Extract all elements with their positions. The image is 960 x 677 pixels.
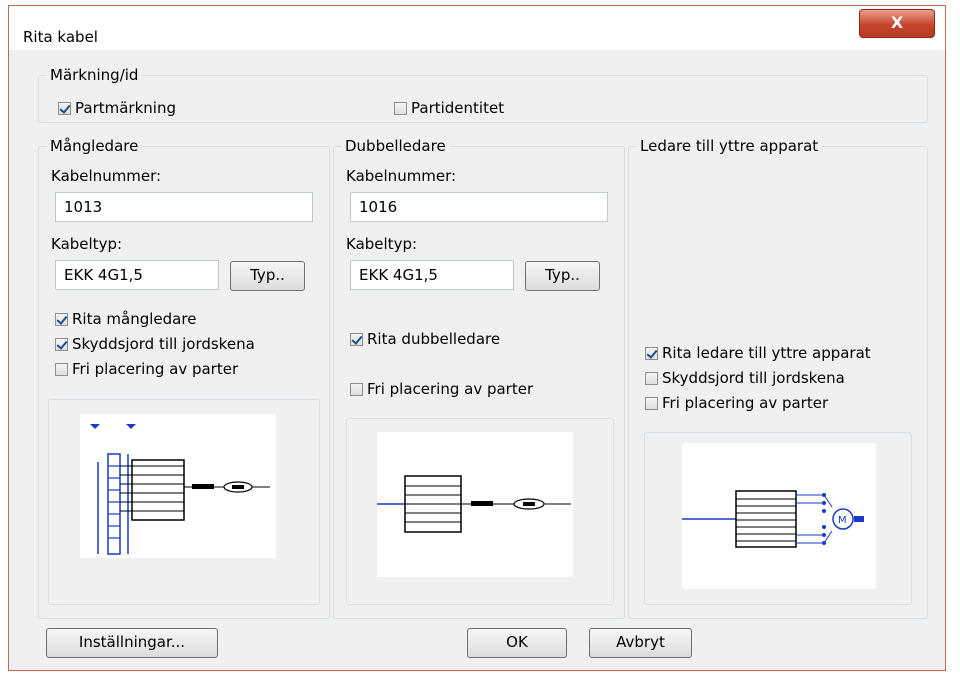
double-preview-frame	[346, 418, 614, 605]
multi-free-label: Fri placering av parter	[72, 360, 239, 378]
external-free-checkbox-box[interactable]	[645, 396, 658, 410]
double-free-checkbox[interactable]: Fri placering av parter	[350, 380, 533, 398]
multi-cable-diagram	[90, 424, 270, 555]
double-group: Dubbelledare Kabelnummer: 1016 Kabeltyp:…	[333, 137, 625, 619]
marking-group: Märkning/id Partmärkning Partidentitet	[38, 66, 928, 123]
external-draw-checkbox-box[interactable]	[645, 346, 658, 360]
partidentity-checkbox[interactable]: Partidentitet	[394, 99, 504, 117]
external-cable-diagram: M	[682, 490, 864, 548]
partmarking-checkbox[interactable]: Partmärkning	[58, 99, 176, 117]
multi-draw-label: Rita mångledare	[72, 310, 197, 328]
close-button[interactable]: X	[859, 9, 935, 38]
external-legend: Ledare till yttre apparat	[637, 137, 822, 155]
double-legend: Dubbelledare	[342, 137, 449, 155]
external-free-checkbox[interactable]: Fri placering av parter	[645, 394, 828, 412]
cancel-button[interactable]: Avbryt	[589, 628, 692, 658]
multi-draw-checkbox[interactable]: Rita mångledare	[55, 310, 196, 328]
multi-cable-type-input[interactable]: EKK 4G1,5	[55, 260, 219, 290]
ok-button[interactable]: OK	[467, 628, 567, 658]
multi-cable-number-input[interactable]: 1013	[55, 192, 313, 222]
external-free-label: Fri placering av parter	[662, 394, 829, 412]
double-cable-type-input[interactable]: EKK 4G1,5	[350, 260, 514, 290]
double-free-checkbox-box[interactable]	[350, 382, 363, 396]
partidentity-label: Partidentitet	[411, 99, 505, 117]
external-earth-checkbox-box[interactable]	[645, 371, 658, 385]
multi-cable-type-label: Kabeltyp:	[51, 235, 123, 253]
multi-preview-image	[80, 414, 276, 558]
double-type-button[interactable]: Typ..	[525, 261, 600, 291]
multi-earth-checkbox[interactable]: Skyddsjord till jordskena	[55, 335, 255, 353]
external-preview-image: M	[682, 443, 876, 589]
window-title: Rita kabel	[23, 28, 98, 46]
multi-free-checkbox[interactable]: Fri placering av parter	[55, 360, 238, 378]
external-group: Ledare till yttre apparat Rita ledare ti…	[628, 137, 928, 619]
multi-group: Mångledare Kabelnummer: 1013 Kabeltyp: E…	[38, 137, 330, 619]
multi-cable-number-label: Kabelnummer:	[51, 167, 162, 185]
multi-type-button[interactable]: Typ..	[230, 261, 305, 291]
external-draw-checkbox[interactable]: Rita ledare till yttre apparat	[645, 344, 871, 362]
dialog-body: Märkning/id Partmärkning Partidentitet M…	[9, 50, 945, 670]
multi-draw-checkbox-box[interactable]	[55, 312, 68, 326]
multi-free-checkbox-box[interactable]	[55, 362, 68, 376]
double-cable-type-label: Kabeltyp:	[346, 235, 418, 253]
multi-earth-checkbox-box[interactable]	[55, 337, 68, 351]
external-earth-checkbox[interactable]: Skyddsjord till jordskena	[645, 369, 845, 387]
double-draw-label: Rita dubbelledare	[367, 330, 501, 348]
partidentity-checkbox-box[interactable]	[394, 101, 407, 115]
marking-legend: Märkning/id	[47, 66, 142, 84]
external-preview-frame: M	[644, 432, 912, 605]
dialog-window: Rita kabel X Märkning/id Partmärkning Pa…	[8, 5, 946, 671]
multi-preview-frame	[48, 399, 320, 605]
multi-earth-label: Skyddsjord till jordskena	[72, 335, 255, 353]
external-draw-label: Rita ledare till yttre apparat	[662, 344, 871, 362]
double-preview-image	[377, 432, 573, 577]
double-cable-number-label: Kabelnummer:	[346, 167, 457, 185]
title-bar: Rita kabel X	[9, 6, 945, 50]
double-free-label: Fri placering av parter	[367, 380, 534, 398]
svg-text:M: M	[838, 515, 847, 526]
double-cable-number-input[interactable]: 1016	[350, 192, 608, 222]
external-earth-label: Skyddsjord till jordskena	[662, 369, 845, 387]
partmarking-label: Partmärkning	[75, 99, 176, 117]
double-draw-checkbox[interactable]: Rita dubbelledare	[350, 330, 500, 348]
multi-legend: Mångledare	[47, 137, 142, 155]
double-cable-diagram	[377, 475, 571, 533]
settings-button[interactable]: Inställningar...	[46, 628, 218, 658]
partmarking-checkbox-box[interactable]	[58, 101, 71, 115]
double-draw-checkbox-box[interactable]	[350, 332, 363, 346]
